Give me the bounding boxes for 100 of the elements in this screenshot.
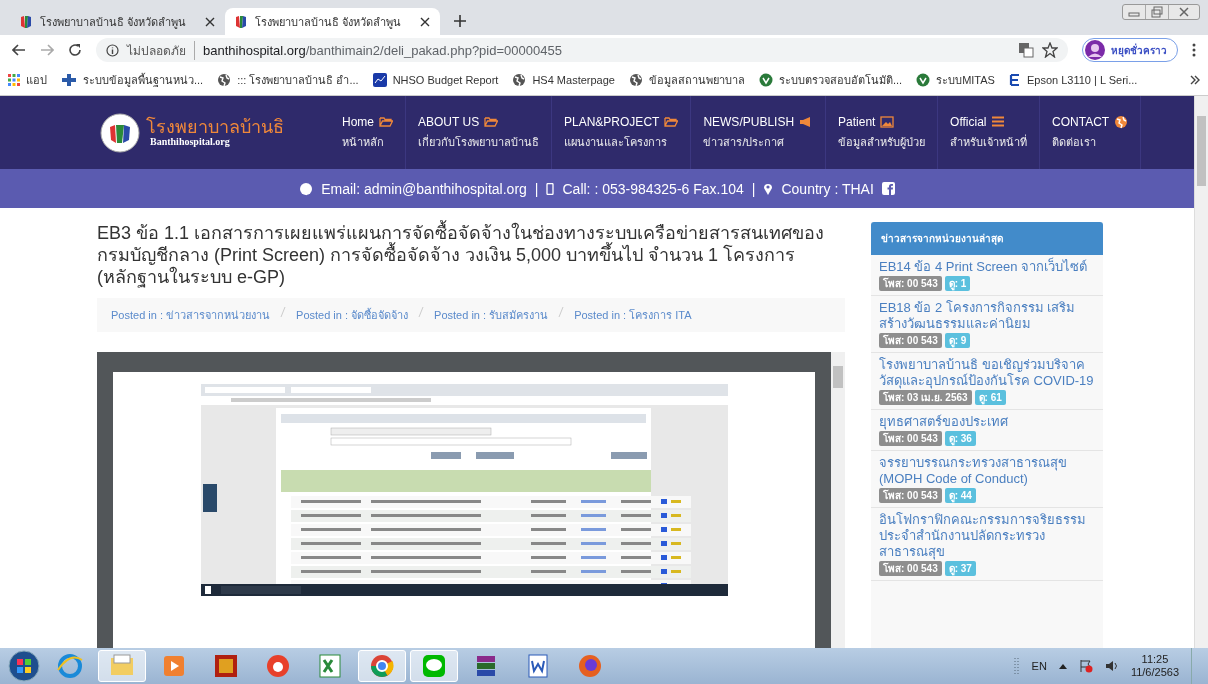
logo-subtitle: Banthihospital.org — [149, 136, 231, 147]
tab-title: โรงพยาบาลบ้านธิ จังหวัดลำพูน — [255, 14, 403, 31]
line-chart-icon — [372, 73, 387, 87]
nav-sublabel: หน้าหลัก — [342, 134, 385, 150]
address-bar[interactable]: ไม่ปลอดภัย banthihospital.org/banthimain2/deli_pakad.php?pid=00000455 — [96, 38, 1068, 62]
view-count-badge: ดู: 9 — [944, 333, 971, 348]
post-date-badge: โพส: 00 543 — [879, 488, 942, 503]
close-icon[interactable] — [420, 16, 430, 27]
post-date-badge: โพส: 00 543 — [879, 561, 942, 576]
clock[interactable]: 11:25 11/6/2563 — [1130, 653, 1179, 679]
nav-label: NEWS/PUBLISH — [703, 114, 795, 129]
emblem-icon — [758, 73, 773, 87]
bookmark-link[interactable]: HS4 Masterpage — [512, 73, 615, 87]
avatar-icon — [1085, 40, 1105, 60]
nav-label: PLAN&PROJECT — [564, 114, 660, 129]
divider-slash-icon — [558, 306, 565, 318]
scrollbar[interactable] — [831, 352, 845, 648]
nav-label: Official — [950, 114, 987, 129]
article-title: EB3 ข้อ 1.1 เอกสารการเผยแพร่แผนการจัดซื้อจัดจ้างในช่องทางระบบเครือข่ายสารสนเทศของกรมบัญชีกลาง (Print Screen) การจัดซื้อจัดจ้าง วงเงิน 5,000 บาทขึ้นไป จำนวน 1 โครงการ (หลักฐานในระบบ e-GP) — [97, 222, 832, 288]
clock-date: 11/6/2563 — [1130, 666, 1179, 679]
bookmark-link[interactable]: ::: โรงพยาบาลบ้านธิ อำ... — [217, 71, 359, 89]
chrome-icon[interactable] — [368, 652, 396, 680]
translate-icon[interactable] — [1018, 42, 1034, 58]
view-count-badge: ดู: 44 — [944, 488, 976, 503]
folder-icon — [484, 116, 499, 127]
news-link[interactable]: จรรยาบรรณกระทรวงสาธารณสุข (MOPH Code of Conduct) — [879, 455, 1095, 487]
cross-emblem-icon — [61, 73, 77, 87]
network-flag-icon[interactable] — [1078, 659, 1093, 673]
view-count-badge: ดู: 37 — [944, 561, 976, 576]
separator: | — [534, 180, 539, 197]
more-bookmarks-icon[interactable] — [1190, 75, 1200, 85]
language-indicator[interactable]: EN — [1031, 660, 1047, 672]
tab-title: โรงพยาบาลบ้านธิ จังหวัดลำพูน — [40, 14, 188, 31]
scrollbar[interactable] — [1194, 96, 1208, 648]
bookmark-link[interactable]: ข้อมูลสถานพยาบาล — [628, 71, 745, 89]
news-link[interactable]: EB14 ข้อ 4 Print Screen จากเว็บไซต์ — [879, 259, 1095, 275]
camera-icon[interactable] — [264, 652, 292, 680]
bookmark-link[interactable]: Epson L3110 | L Seri... — [1008, 73, 1138, 87]
category-link[interactable]: Posted in : รับสมัครงาน — [434, 306, 549, 324]
url-text: banthihospital.org/banthimain2/deli_pakad.php?pid=00000455 — [203, 42, 563, 58]
bookmark-link[interactable]: ระบบตรวจสอบอัตโนมัติ... — [758, 71, 903, 89]
chat-bubble-icon[interactable] — [420, 652, 448, 680]
back-icon[interactable] — [12, 44, 26, 56]
map-pin-icon — [763, 182, 774, 195]
new-tab-icon[interactable] — [454, 15, 466, 27]
nav-sublabel: ข้อมูลสำหรับผู้ป่วย — [838, 134, 926, 151]
hospital-logo — [100, 112, 140, 153]
clock-time: 11:25 — [1141, 653, 1169, 666]
volume-icon[interactable] — [1104, 659, 1119, 673]
separator: | — [751, 180, 756, 197]
emblem-icon — [916, 73, 931, 87]
security-label: ไม่ปลอดภัย — [127, 40, 195, 60]
post-date-badge: โพส: 03 เม.ย. 2563 — [879, 390, 972, 405]
country-text: Country : THAI — [781, 180, 874, 197]
reload-icon[interactable] — [68, 43, 82, 57]
bookmark-link[interactable]: NHSO Budget Report — [372, 73, 499, 87]
category-link[interactable]: Posted in : โครงการ ITA — [574, 306, 692, 324]
bookmark-link[interactable]: ระบบMITAS — [916, 71, 995, 89]
hospital-logo-icon — [235, 14, 247, 29]
bookmark-link[interactable]: แอป — [8, 71, 47, 89]
spreadsheet-icon[interactable] — [316, 652, 344, 680]
bookmark-link[interactable]: ระบบข้อมูลพื้นฐานหน่ว... — [61, 71, 204, 89]
post-date-badge: โพส: 00 543 — [879, 276, 942, 291]
nav-sublabel: ติดต่อเรา — [1052, 134, 1098, 150]
bookmark-icon — [1008, 73, 1021, 87]
firefox-icon[interactable] — [576, 652, 604, 680]
divider-slash-icon — [280, 306, 287, 318]
panel-heading: ข่าวสารจากหน่วยงานล่าสุด — [871, 222, 1103, 255]
apps-grid-icon — [8, 74, 20, 86]
game-icon[interactable] — [212, 652, 240, 680]
more-icon[interactable] — [1192, 43, 1196, 57]
nav-label: ABOUT US — [418, 114, 480, 129]
nav-label: Patient — [838, 114, 876, 129]
start-button[interactable] — [6, 650, 42, 682]
image-icon — [880, 115, 895, 128]
news-link[interactable]: ยุทธศาสตร์ของประเทศ — [879, 414, 1095, 430]
folder-icon — [664, 116, 679, 127]
mobile-phone-icon — [546, 182, 555, 195]
logo-title: โรงพยาบาลบ้านธิ — [146, 118, 284, 136]
divider-slash-icon — [418, 306, 425, 318]
grip-icon — [1013, 656, 1020, 676]
nav-label: Home — [342, 114, 374, 129]
browser-tab[interactable]: โรงพยาบาลบ้านธิ จังหวัดลำพูน — [10, 8, 225, 35]
tray-arrow-icon[interactable] — [1058, 663, 1067, 669]
facebook-icon[interactable] — [881, 182, 895, 195]
view-count-badge: ดู: 61 — [974, 390, 1006, 405]
view-count-badge: ดู: 36 — [944, 431, 976, 446]
close-icon[interactable] — [205, 16, 215, 27]
star-icon[interactable] — [1042, 42, 1058, 58]
browser-tab[interactable]: โรงพยาบาลบ้านธิ จังหวัดลำพูน — [225, 8, 440, 35]
post-date-badge: โพส: 00 543 — [879, 431, 942, 446]
info-icon — [106, 43, 119, 57]
nav-sublabel: ข่าวสาร/ประกาศ — [703, 134, 786, 150]
news-link[interactable]: อินโฟกราฟิกคณะกรรมการจริยธรรมประจำสำนักงานปลัดกระทรวงสาธารณสุข — [879, 512, 1095, 560]
post-date-badge: โพส: 00 543 — [879, 333, 942, 348]
email-text: Email: admin@banthihospital.org — [321, 180, 527, 197]
phone-text: Call: : 053-984325-6 Fax.104 — [562, 180, 744, 197]
folder-icon — [379, 116, 393, 127]
news-link[interactable]: โรงพยาบาลบ้านธิ ขอเชิญร่วมบริจาควัสดุและอุปกรณ์ป้องกันโรค COVID-19 — [879, 357, 1095, 389]
news-link[interactable]: EB18 ข้อ 2 โครงการกิจกรรม เสริมสร้างวัฒนธรรมและค่านิยม — [879, 300, 1095, 332]
